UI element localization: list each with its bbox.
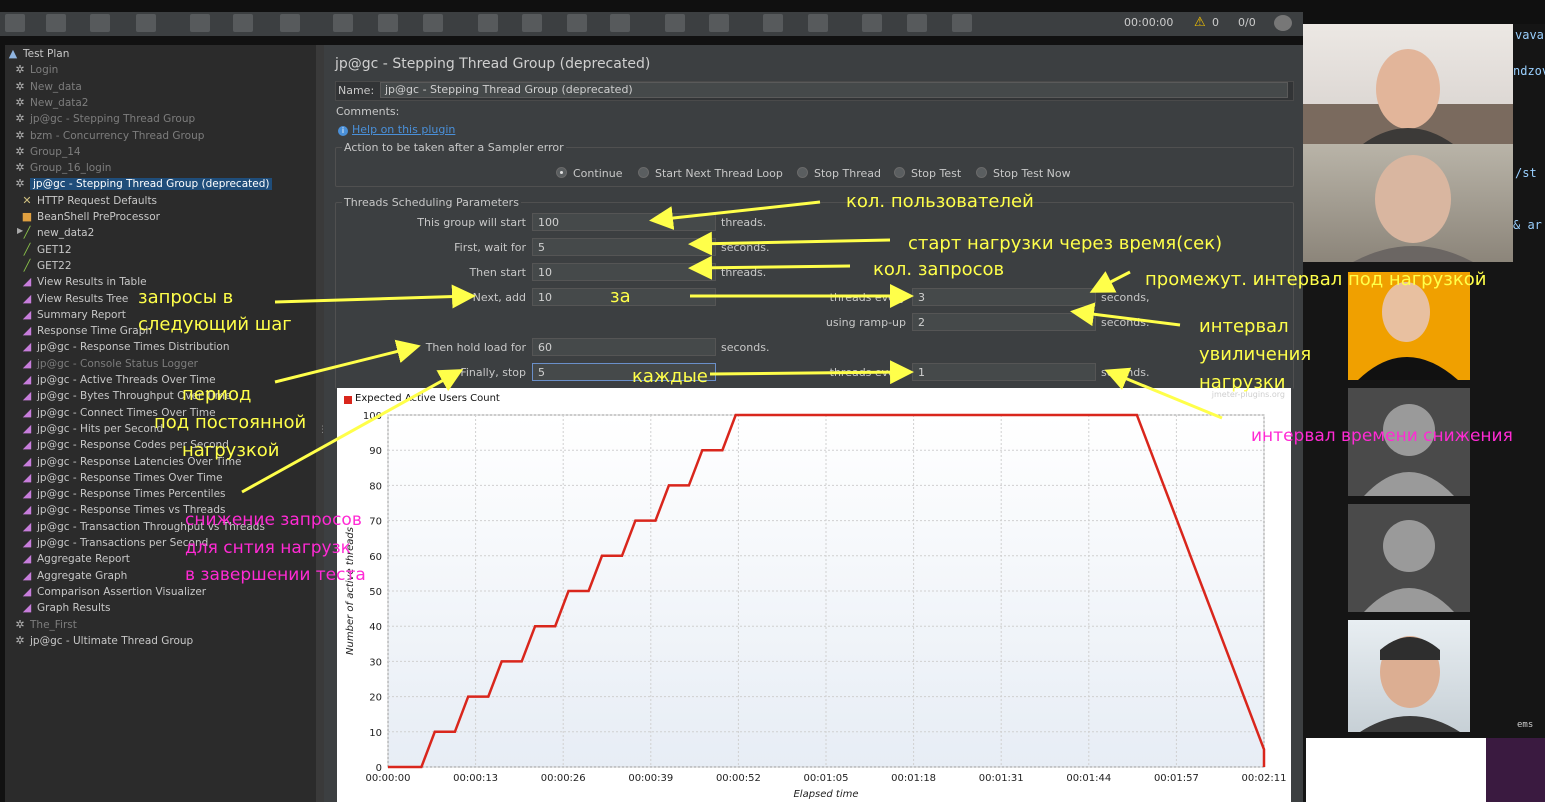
annotation-hold-1: период <box>182 384 252 405</box>
annotation-ramp-2: увиличения <box>1199 344 1312 365</box>
annotation-users: кол. пользователей <box>846 191 1034 212</box>
arrow-requests-step <box>274 284 476 309</box>
annotation-requests-count: кол. запросов <box>873 259 1005 280</box>
annotation-requests-step-2: следующий шаг <box>138 314 292 335</box>
annotation-stop-3: в завершении теста <box>185 565 366 585</box>
arrow-users <box>649 200 821 230</box>
annotation-step-interval: промежут. интервал под нагрузкой <box>1145 269 1487 290</box>
arrow-each <box>709 360 914 385</box>
annotation-start-delay: старт нагрузки через время(сек) <box>908 233 1223 254</box>
arrow-start-delay <box>688 231 891 256</box>
arrow-step-interval <box>1089 270 1131 293</box>
annotation-hold-3: нагрузкой <box>182 440 280 461</box>
annotation-stop-1: снижение запросов <box>185 510 362 530</box>
annotation-hold-2: под постоянной <box>154 412 307 433</box>
annotation-stop-2: для снтия нагрузк <box>185 538 351 558</box>
arrow-rampup <box>1070 302 1181 327</box>
annotation-ramp-3: нагрузки <box>1199 372 1286 393</box>
arrow-requests <box>688 255 851 280</box>
annotation-requests-step-1: запросы в <box>138 287 234 308</box>
arrow-hold <box>274 339 421 384</box>
annotation-decrease-interval: интервал времени снижения <box>1251 426 1513 446</box>
annotation-ramp-1: интервал <box>1199 316 1289 337</box>
annotation-za: за <box>610 286 631 307</box>
annotation-each: каждые <box>632 366 708 387</box>
